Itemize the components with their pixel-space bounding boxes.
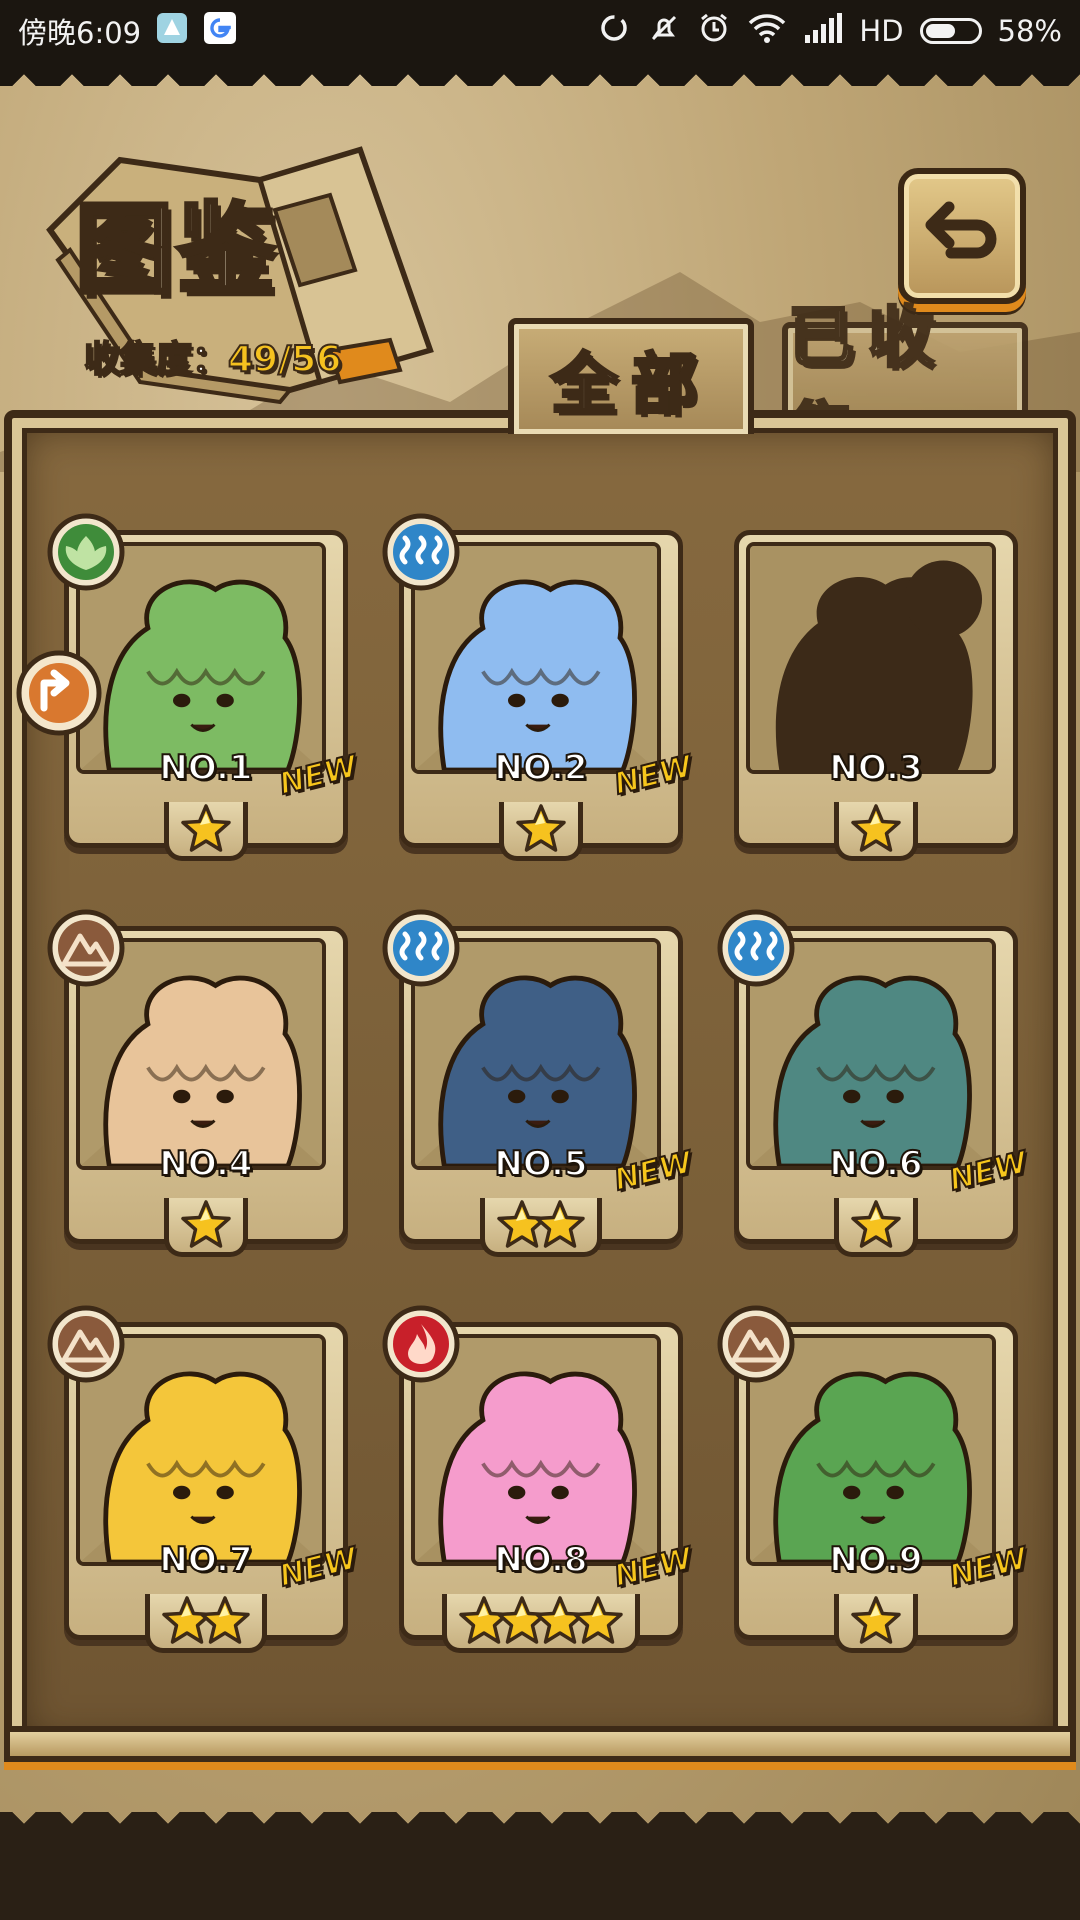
status-time: 傍晚6:09 (18, 16, 142, 50)
star-icon (181, 1200, 231, 1248)
star-icon (516, 804, 566, 852)
monster-card-6[interactable]: NO.6 NEW (717, 909, 1032, 1257)
google-icon (203, 11, 237, 52)
fire-element-icon (381, 1304, 461, 1384)
monster-card-5[interactable]: NO.5 NEW (382, 909, 697, 1257)
alarm-icon (697, 11, 731, 52)
panel-bottom-bar (4, 1726, 1076, 1762)
encyclopedia-screen: 傍晚6:09 HD 58% 图鉴 收集度：49/56 全部 已收 NO.1 NE… (0, 0, 1080, 1920)
bottom-zigzag-border (0, 1812, 1080, 1920)
monster-card-3[interactable]: NO.3 (734, 530, 1018, 861)
battery-level (925, 24, 955, 38)
leaf-element-icon (46, 512, 126, 592)
monster-silhouette (746, 542, 996, 774)
collection-label: 收集度： (83, 338, 229, 381)
battery-icon (919, 18, 982, 44)
network-type: HD (859, 14, 904, 48)
star-icon (851, 1200, 901, 1248)
monster-card-4[interactable]: NO.4 (47, 909, 348, 1257)
star-rating (64, 1198, 348, 1257)
signal-icon (803, 11, 843, 52)
earth-element-icon (716, 1304, 796, 1384)
star-icon (851, 1596, 901, 1644)
monster-card-1[interactable]: NO.1 NEW (47, 513, 362, 861)
star-rating (399, 802, 683, 861)
status-bar: 傍晚6:09 HD 58% (0, 0, 1080, 62)
star-icon (200, 1596, 250, 1644)
wifi-icon (747, 11, 787, 52)
water-element-icon (381, 512, 461, 592)
star-icon (535, 1200, 585, 1248)
earth-element-icon (46, 1304, 126, 1384)
water-element-icon (381, 908, 461, 988)
tab-all[interactable]: 全部 (508, 318, 754, 434)
star-rating (734, 802, 1018, 861)
monster-number: NO.4 (158, 1143, 253, 1185)
monster-card-2[interactable]: NO.2 NEW (382, 513, 697, 861)
collection-value: 49/56 (227, 338, 342, 381)
star-rating (734, 1198, 1018, 1257)
star-rating (64, 802, 348, 861)
battery-percent: 58% (997, 14, 1062, 48)
return-arrow-icon (925, 201, 997, 259)
star-rating (399, 1594, 683, 1653)
sync-icon (597, 11, 631, 52)
page-title: 图鉴 (73, 190, 280, 309)
star-rating (64, 1594, 348, 1653)
direction-arrow-icon[interactable] (14, 648, 104, 738)
star-icon (851, 804, 901, 852)
mute-icon (647, 11, 681, 52)
earth-element-icon (46, 908, 126, 988)
monster-card-7[interactable]: NO.7 NEW (47, 1305, 362, 1653)
app-notification-icon (155, 11, 189, 52)
monster-number: NO.3 (828, 747, 923, 789)
water-element-icon (716, 908, 796, 988)
monster-card-9[interactable]: NO.9 NEW (717, 1305, 1032, 1653)
collection-progress: 收集度：49/56 (83, 330, 342, 382)
top-zigzag-border (0, 62, 1080, 86)
star-rating (734, 1594, 1018, 1653)
star-rating (399, 1198, 683, 1257)
star-icon (573, 1596, 623, 1644)
star-icon (181, 804, 231, 852)
monster-card-8[interactable]: NO.8 NEW (382, 1305, 697, 1653)
